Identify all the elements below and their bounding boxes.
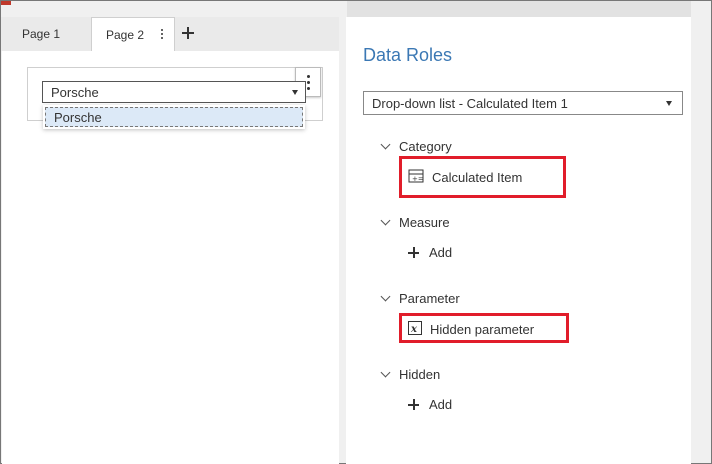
app-window: Page 1 Page 2 Porsche Porsche Data Roles…	[0, 0, 712, 464]
chevron-down-icon	[380, 367, 391, 378]
caret-down-icon	[292, 90, 298, 95]
panel-title: Data Roles	[363, 45, 453, 65]
role-heading-measure[interactable]: Measure	[380, 215, 450, 230]
role-heading-hidden[interactable]: Hidden	[380, 367, 441, 382]
tab-more-icon[interactable]	[159, 27, 165, 41]
role-heading-hidden-label: Hidden	[399, 367, 441, 382]
plus-icon	[408, 247, 419, 258]
top-strip	[347, 1, 691, 17]
add-hidden-button[interactable]: Add	[408, 397, 452, 412]
tab-page-2-label: Page 2	[106, 27, 145, 42]
data-roles-panel: Data Roles Drop-down list - Calculated I…	[346, 17, 691, 464]
role-heading-parameter[interactable]: Parameter	[380, 291, 460, 306]
role-heading-category[interactable]: Category	[380, 139, 452, 154]
page-tab-bar: Page 1 Page 2	[1, 17, 339, 51]
chevron-down-icon	[380, 215, 391, 226]
role-heading-measure-label: Measure	[399, 215, 450, 230]
caret-down-icon	[666, 101, 672, 106]
highlight-box-category	[399, 156, 566, 198]
top-accent-bar	[1, 1, 11, 5]
dropdown-popup: Porsche	[43, 105, 305, 129]
highlight-box-parameter	[399, 313, 569, 343]
tab-page-1-label: Page 1	[22, 27, 61, 41]
object-selector[interactable]: Drop-down list - Calculated Item 1	[363, 91, 683, 115]
role-heading-category-label: Category	[399, 139, 452, 154]
add-measure-button[interactable]: Add	[408, 245, 452, 260]
add-page-icon[interactable]	[182, 27, 194, 39]
tab-page-1[interactable]: Page 1	[11, 17, 89, 51]
dropdown-selected-value: Porsche	[51, 84, 99, 100]
chevron-down-icon	[380, 139, 391, 150]
plus-icon	[408, 399, 419, 410]
chevron-down-icon	[380, 291, 391, 302]
dropdown-option[interactable]: Porsche	[45, 107, 303, 127]
object-selector-value: Drop-down list - Calculated Item 1	[372, 95, 568, 111]
role-heading-parameter-label: Parameter	[399, 291, 460, 306]
report-canvas: Porsche Porsche	[2, 51, 339, 464]
dropdown-list-control[interactable]: Porsche	[42, 81, 306, 103]
add-hidden-label: Add	[429, 397, 453, 412]
add-measure-label: Add	[429, 245, 453, 260]
